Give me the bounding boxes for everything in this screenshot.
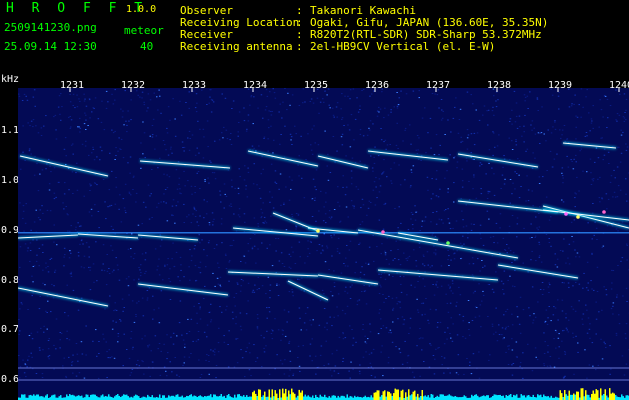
echo-spot: [381, 230, 385, 234]
meteor-trace: [137, 234, 199, 241]
header-panel: H R O F F T 1.0.0 2509141230.png 25.09.1…: [0, 0, 629, 72]
echo-spot: [602, 210, 606, 214]
y-axis-unit: kHz: [1, 74, 20, 85]
spectrogram-canvas: [18, 88, 629, 400]
meteor-label: meteor: [124, 24, 164, 37]
y-tick-label: 0.7: [1, 324, 20, 335]
y-tick-label: 0.9: [1, 225, 20, 236]
echo-spot: [564, 212, 568, 216]
meteor-count: 40: [140, 40, 154, 53]
y-tick-label: 1.0: [1, 175, 20, 186]
meteor-trace: [367, 150, 449, 161]
echo-spot: [446, 241, 450, 245]
y-tick-label: 1.1: [1, 125, 20, 136]
meteor-trace: [562, 142, 617, 149]
meteor-trace: [137, 283, 229, 296]
meteor-trace: [317, 274, 379, 285]
y-tick-label: 0.8: [1, 275, 20, 286]
info-label-antenna: Receiving antenna: [180, 40, 293, 53]
spectrogram-plot: [18, 88, 629, 400]
meteor-trace: [18, 287, 109, 307]
y-tick-label: 0.6: [1, 374, 20, 385]
signal-level-bars: [18, 388, 629, 400]
meteor-traces: [18, 141, 629, 308]
info-value-antenna: 2el-HB9CV Vertical (el. E-W): [310, 40, 496, 53]
app-version: 1.0.0: [126, 4, 157, 15]
echo-spot: [316, 229, 320, 233]
meteor-trace: [457, 153, 539, 168]
meteor-trace: [247, 150, 319, 167]
meteor-trace: [139, 160, 231, 169]
file-name: 2509141230.png: [4, 21, 97, 34]
meteor-trace: [317, 155, 369, 169]
info-separator: :: [296, 40, 303, 53]
echo-spot: [576, 215, 580, 219]
meteor-trace: [19, 155, 109, 177]
timestamp: 25.09.14 12:30: [4, 40, 97, 53]
noise-floor: [18, 88, 629, 379]
